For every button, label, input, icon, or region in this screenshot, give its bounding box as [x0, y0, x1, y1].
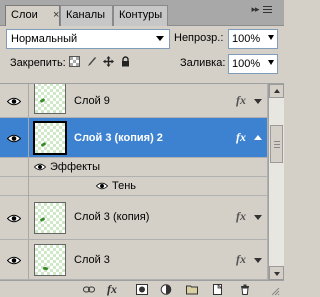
opacity-value: 100% — [232, 33, 261, 45]
layer-name: Слой 3 — [74, 254, 110, 266]
blend-mode-select[interactable]: Нормальный — [6, 29, 170, 49]
lock-transparency-icon[interactable] — [69, 56, 80, 67]
lock-icons — [69, 56, 131, 67]
layers-bottom-toolbar: fx — [0, 280, 284, 297]
tab-channels[interactable]: Каналы — [60, 5, 113, 26]
new-group-icon[interactable] — [186, 284, 198, 295]
lock-paint-icon[interactable] — [86, 56, 97, 67]
visibility-toggle[interactable] — [0, 118, 29, 157]
lock-all-icon[interactable] — [120, 56, 131, 67]
lock-label: Закрепить: — [10, 57, 66, 69]
layers-list: Слой 9 fx Слой 3 (копия) 2 fx Эффекты Те… — [0, 84, 268, 280]
eye-icon — [7, 214, 21, 222]
fill-dropdown-icon[interactable] — [268, 60, 274, 65]
panel-menu-icon — [263, 4, 272, 15]
tab-paths[interactable]: Контуры — [113, 5, 168, 26]
effect-row-shadow[interactable]: Тень — [0, 177, 267, 196]
fx-icon[interactable]: fx — [236, 93, 246, 108]
visibility-toggle[interactable] — [0, 196, 29, 239]
layers-scrollbar[interactable] — [268, 84, 284, 280]
visibility-toggle[interactable] — [0, 240, 29, 279]
fx-icon[interactable]: fx — [236, 209, 246, 224]
eye-icon[interactable] — [96, 182, 108, 190]
panel-menu-button[interactable]: ▸▸ — [251, 4, 272, 15]
opacity-field[interactable]: 100% — [228, 29, 278, 49]
leaf-graphic — [40, 141, 47, 148]
add-style-icon[interactable]: fx — [107, 282, 121, 296]
opacity-label: Непрозр.: — [174, 32, 224, 44]
eye-icon — [7, 134, 21, 142]
layer-row-sloi-3[interactable]: Слой 3 fx — [0, 240, 267, 280]
leaf-graphic — [42, 266, 49, 271]
layer-name: Слой 3 (копия) — [74, 211, 150, 223]
scroll-down-button[interactable] — [269, 266, 284, 280]
layer-row-sloi-3-kopiya-2[interactable]: Слой 3 (копия) 2 fx — [0, 118, 267, 158]
leaf-graphic — [39, 97, 46, 104]
fill-value: 100% — [232, 58, 261, 70]
panel-tab-bar: Слои × Каналы Контуры ▸▸ — [0, 0, 284, 27]
expand-effects-icon[interactable] — [254, 99, 262, 104]
layer-thumbnail — [34, 202, 66, 234]
scrollbar-thumb[interactable] — [270, 125, 283, 163]
tab-paths-label: Контуры — [119, 9, 163, 21]
link-layers-icon[interactable] — [83, 284, 95, 295]
expand-effects-icon[interactable] — [254, 215, 262, 220]
leaf-graphic — [39, 216, 46, 223]
new-layer-icon[interactable] — [211, 284, 223, 295]
layer-row-sloi-3-kopiya[interactable]: Слой 3 (копия) fx — [0, 196, 267, 240]
close-icon[interactable]: × — [53, 9, 59, 21]
eye-icon — [7, 97, 21, 105]
fx-icon[interactable]: fx — [236, 252, 246, 267]
layer-row-sloi-9[interactable]: Слой 9 fx — [0, 84, 267, 118]
eye-icon[interactable] — [34, 163, 46, 171]
collapse-effects-icon[interactable] — [254, 135, 262, 140]
layer-thumbnail — [33, 121, 67, 155]
delete-layer-icon[interactable] — [239, 284, 251, 295]
effects-header-row[interactable]: Эффекты — [0, 158, 267, 177]
visibility-toggle[interactable] — [0, 84, 29, 117]
panel-menu-glyph: ▸▸ — [251, 4, 259, 14]
layer-thumbnail — [34, 84, 66, 114]
eye-icon — [7, 256, 21, 264]
fx-icon[interactable]: fx — [236, 130, 246, 145]
chevron-down-icon — [156, 36, 164, 41]
effects-visibility-toggle[interactable] — [0, 158, 29, 177]
fill-field[interactable]: 100% — [228, 54, 278, 74]
effects-label: Эффекты — [50, 161, 101, 173]
layers-options-toolbar: Нормальный Непрозр.: 100% Закрепить: Зал… — [0, 26, 284, 84]
scroll-up-button[interactable] — [269, 84, 284, 98]
adjustment-layer-icon[interactable] — [160, 284, 172, 295]
opacity-dropdown-icon[interactable] — [268, 35, 274, 40]
tab-channels-label: Каналы — [66, 9, 106, 21]
blend-mode-value: Нормальный — [11, 33, 78, 45]
lock-move-icon[interactable] — [103, 56, 114, 67]
layer-thumbnail — [34, 244, 66, 276]
add-mask-icon[interactable] — [136, 284, 148, 295]
layer-name: Слой 9 — [74, 95, 110, 107]
layer-name: Слой 3 (копия) 2 — [74, 132, 163, 144]
effect-visibility-toggle[interactable] — [0, 177, 29, 196]
tab-layers-label: Слои — [11, 9, 38, 21]
expand-effects-icon[interactable] — [254, 258, 262, 263]
effect-name: Тень — [112, 180, 137, 192]
tab-layers[interactable]: Слои × — [5, 5, 60, 27]
resize-grip-icon[interactable] — [270, 286, 280, 296]
fill-label: Заливка: — [180, 57, 226, 69]
